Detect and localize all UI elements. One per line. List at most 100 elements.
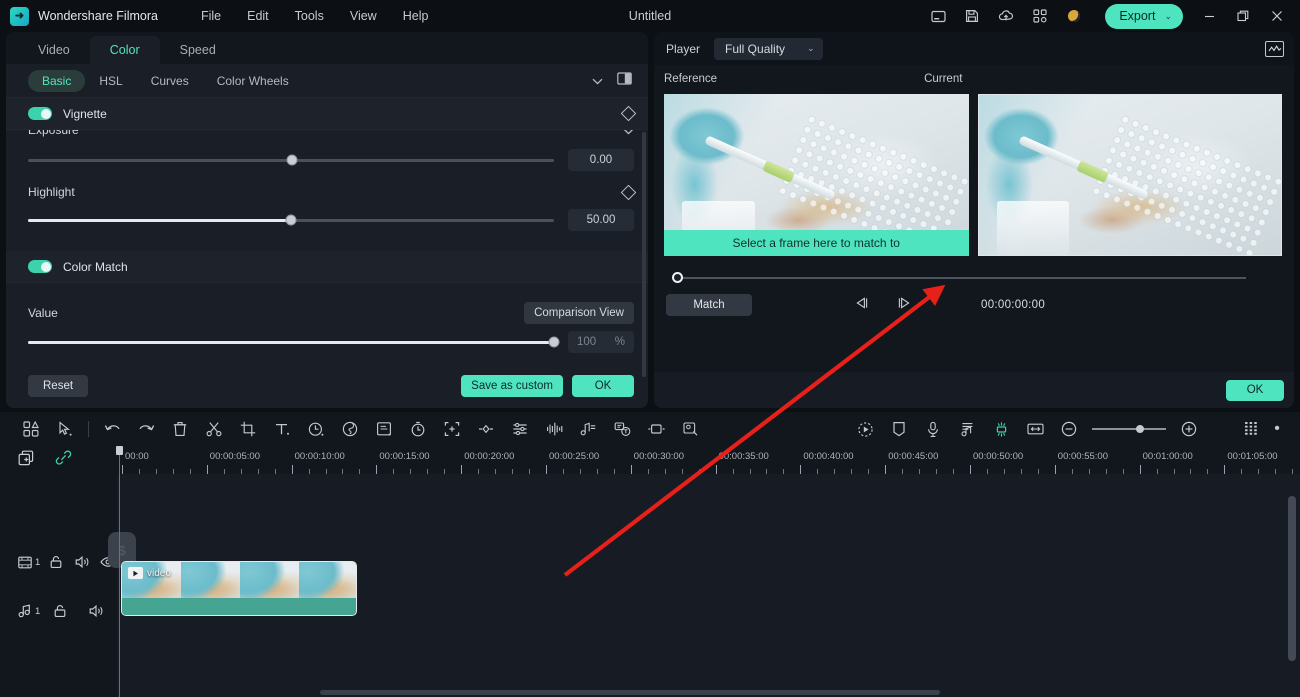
subtab-basic[interactable]: Basic — [28, 69, 86, 92]
chevron-down-icon[interactable] — [592, 72, 603, 90]
motion-track-icon[interactable] — [435, 417, 469, 441]
timeline-ruler[interactable]: 00:00 00:00:05:00 00:00:10:00 00:00:15:00 00… — [117, 446, 1300, 474]
value-slider-thumb[interactable] — [548, 336, 560, 348]
color-panel-ok-button[interactable]: OK — [572, 375, 634, 397]
minimize-button[interactable] — [1192, 1, 1226, 31]
subtab-curves[interactable]: Curves — [137, 70, 203, 92]
maximize-button[interactable] — [1226, 1, 1260, 31]
current-preview[interactable] — [977, 94, 1282, 256]
zoom-in-button[interactable] — [1172, 417, 1206, 441]
crop-icon[interactable] — [231, 417, 265, 441]
exposure-slider-thumb[interactable] — [286, 154, 298, 166]
speed-icon[interactable] — [299, 417, 333, 441]
keyframe-diamond-icon[interactable] — [620, 184, 637, 200]
timeline-vertical-scrollbar[interactable] — [1288, 496, 1296, 661]
menu-edit[interactable]: Edit — [234, 5, 282, 27]
grid-apps-icon[interactable] — [1026, 3, 1054, 29]
speech-to-text-icon[interactable] — [605, 417, 639, 441]
menu-file[interactable]: File — [188, 5, 234, 27]
menu-view[interactable]: View — [337, 5, 390, 27]
lock-icon[interactable] — [53, 604, 80, 618]
scrubber-thumb[interactable] — [672, 272, 683, 283]
more-options-icon[interactable]: • — [1268, 417, 1286, 441]
audio-wave-icon[interactable] — [537, 417, 571, 441]
match-button[interactable]: Match — [666, 294, 752, 316]
screen-icon[interactable] — [924, 3, 952, 29]
highlight-value[interactable]: 50.00 — [568, 209, 634, 231]
panel-scrollbar[interactable] — [642, 132, 646, 377]
tab-video[interactable]: Video — [18, 36, 90, 64]
vignette-label: Vignette — [63, 106, 107, 121]
player-ok-button[interactable]: OK — [1226, 379, 1284, 401]
export-button[interactable]: Export ⌄ — [1105, 3, 1183, 29]
cloud-upload-icon[interactable] — [992, 3, 1020, 29]
fit-timeline-icon[interactable] — [1018, 417, 1052, 441]
highlight-slider-thumb[interactable] — [285, 214, 297, 226]
quality-select[interactable]: Full Quality ⌄ — [714, 37, 823, 60]
select-cursor-icon[interactable] — [48, 417, 82, 441]
link-chain-icon[interactable] — [55, 450, 72, 470]
tab-speed[interactable]: Speed — [160, 36, 236, 64]
theme-icon[interactable] — [1060, 3, 1088, 29]
subtab-color-wheels[interactable]: Color Wheels — [203, 70, 303, 92]
split-view-icon[interactable] — [617, 71, 632, 90]
save-as-custom-button[interactable]: Save as custom — [461, 375, 563, 397]
stopwatch-icon[interactable] — [401, 417, 435, 441]
mask-icon[interactable] — [367, 417, 401, 441]
color-match-toggle[interactable] — [28, 260, 52, 273]
color-palette-icon[interactable] — [333, 417, 367, 441]
text-icon[interactable] — [265, 417, 299, 441]
green-screen-icon[interactable] — [984, 417, 1018, 441]
auto-highlight-icon[interactable] — [848, 417, 882, 441]
shield-marker-icon[interactable] — [882, 417, 916, 441]
auto-reframe-icon[interactable] — [673, 417, 707, 441]
mute-icon[interactable] — [75, 555, 92, 569]
delete-icon[interactable] — [163, 417, 197, 441]
adjust-sliders-icon[interactable] — [503, 417, 537, 441]
subtab-hsl[interactable]: HSL — [85, 70, 136, 92]
timeline-horizontal-scrollbar[interactable] — [320, 690, 940, 695]
exposure-slider[interactable] — [28, 154, 554, 166]
undo-icon[interactable] — [95, 417, 129, 441]
player-scrubber[interactable] — [666, 272, 1282, 284]
app-logo-icon: ➜ — [10, 6, 29, 26]
next-frame-icon[interactable] — [896, 296, 911, 314]
audio-mixer-icon[interactable] — [950, 417, 984, 441]
close-button[interactable] — [1260, 1, 1294, 31]
zoom-slider-thumb[interactable] — [1136, 425, 1144, 433]
highlight-slider[interactable] — [28, 214, 554, 226]
zoom-out-button[interactable] — [1052, 417, 1086, 441]
grid-dots-icon[interactable] — [1234, 417, 1268, 441]
scope-icon[interactable] — [1265, 40, 1284, 57]
menu-tools[interactable]: Tools — [282, 5, 337, 27]
split-scissors-icon[interactable] — [197, 417, 231, 441]
audio-beat-icon[interactable] — [571, 417, 605, 441]
silence-detect-icon[interactable] — [639, 417, 673, 441]
select-frame-banner[interactable]: Select a frame here to match to — [664, 230, 969, 256]
keyframe-diamond-icon[interactable] — [620, 105, 637, 122]
zoom-slider[interactable] — [1092, 425, 1166, 433]
value-slider[interactable] — [28, 336, 560, 348]
timeline-tracks-area[interactable]: $ video — [108, 474, 1300, 697]
comparison-view-button[interactable]: Comparison View — [524, 302, 634, 324]
lock-icon[interactable] — [49, 555, 66, 569]
exposure-value[interactable]: 0.00 — [568, 149, 634, 171]
value-number: 100 — [577, 336, 597, 348]
vignette-toggle[interactable] — [28, 107, 52, 120]
keyframe-icon[interactable] — [469, 417, 503, 441]
reset-button[interactable]: Reset — [28, 375, 89, 397]
value-number-box[interactable]: 100 % — [568, 331, 634, 353]
video-clip[interactable]: video — [121, 561, 357, 616]
mute-icon[interactable] — [89, 604, 116, 618]
previous-frame-icon[interactable] — [855, 296, 870, 314]
media-grid-icon[interactable] — [14, 417, 48, 441]
mic-record-icon[interactable] — [916, 417, 950, 441]
redo-icon[interactable] — [129, 417, 163, 441]
tab-color[interactable]: Color — [89, 36, 160, 64]
playhead[interactable] — [116, 446, 123, 697]
menu-help[interactable]: Help — [390, 5, 442, 27]
chevron-down-icon[interactable] — [623, 130, 634, 140]
reference-preview[interactable]: Select a frame here to match to — [664, 94, 969, 256]
add-track-icon[interactable] — [18, 450, 34, 471]
save-icon[interactable] — [958, 3, 986, 29]
